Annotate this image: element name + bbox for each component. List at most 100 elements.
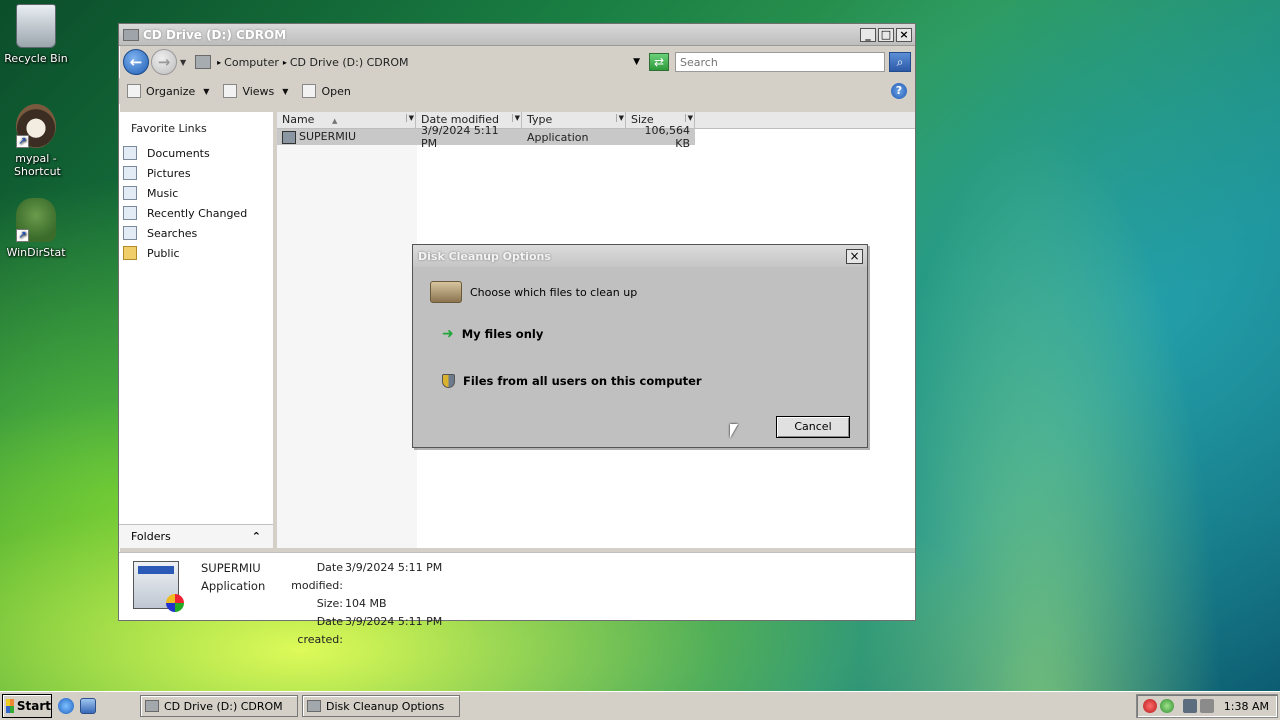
cancel-button[interactable]: Cancel bbox=[776, 416, 850, 438]
breadcrumb-cd-drive[interactable]: CD Drive (D:) CDROM bbox=[290, 56, 409, 69]
details-size-label: Size: bbox=[316, 597, 343, 610]
nav-link-documents[interactable]: Documents bbox=[119, 143, 273, 163]
start-button[interactable]: Start bbox=[2, 694, 52, 718]
nav-link-searches[interactable]: Searches bbox=[119, 223, 273, 243]
nav-link-music[interactable]: Music bbox=[119, 183, 273, 203]
dialog-titlebar[interactable]: Disk Cleanup Options × bbox=[413, 245, 867, 267]
option-my-files-only[interactable]: ➜ My files only bbox=[442, 326, 543, 342]
chevron-right-icon[interactable]: ▸ bbox=[283, 58, 287, 67]
search-button[interactable]: ⌕ bbox=[889, 52, 911, 72]
application-icon bbox=[282, 130, 296, 144]
volume-icon[interactable] bbox=[1200, 699, 1214, 713]
file-name-cell: SUPERMIU bbox=[277, 130, 416, 144]
desktop-icon-mypal[interactable]: ↗ mypal - Shortcut bbox=[0, 104, 72, 178]
start-label: Start bbox=[16, 699, 51, 713]
chevron-right-icon[interactable]: ▸ bbox=[217, 58, 221, 67]
disk-cleanup-icon bbox=[430, 281, 462, 303]
system-tray: 1:38 AM bbox=[1136, 694, 1278, 718]
details-pane: SUPERMIU Application Date modified: 3/9/… bbox=[119, 552, 915, 646]
maximize-button[interactable]: □ bbox=[878, 27, 894, 42]
details-created-label: Date created: bbox=[297, 615, 343, 646]
refresh-button[interactable]: ⇄ bbox=[649, 53, 669, 71]
close-button[interactable]: × bbox=[896, 27, 912, 42]
open-button[interactable]: Open bbox=[302, 84, 351, 98]
column-header-name[interactable]: Name ▲ ▼ bbox=[277, 112, 416, 128]
nav-link-pictures[interactable]: Pictures bbox=[119, 163, 273, 183]
searches-icon bbox=[123, 226, 137, 240]
address-bar-row: ← → ▼ ▸ Computer ▸ CD Drive (D:) CDROM ▼… bbox=[119, 46, 915, 78]
views-button[interactable]: Views ▼ bbox=[223, 84, 288, 98]
organize-button[interactable]: Organize ▼ bbox=[127, 84, 209, 98]
address-box[interactable]: ▸ Computer ▸ CD Drive (D:) CDROM ▼ bbox=[190, 51, 649, 73]
sorted-column-band bbox=[277, 129, 417, 548]
address-dropdown-icon[interactable]: ▼ bbox=[633, 57, 640, 67]
dialog-header: Choose which files to clean up bbox=[413, 267, 867, 303]
desktop-icon-label: mypal - Shortcut bbox=[14, 152, 61, 178]
raccoon-icon: ↗ bbox=[16, 104, 56, 148]
chevron-down-icon[interactable]: ▼ bbox=[405, 114, 414, 122]
desktop-icon-label: WinDirStat bbox=[6, 246, 66, 259]
file-row[interactable]: SUPERMIU 3/9/2024 5:11 PM Application 10… bbox=[277, 124, 695, 150]
network-icon[interactable] bbox=[1183, 699, 1197, 713]
taskbar-button-explorer[interactable]: CD Drive (D:) CDROM bbox=[140, 695, 298, 717]
organize-icon bbox=[127, 84, 141, 98]
column-headers: Name ▲ ▼ Date modified ▼ Type ▼ Size ▼ bbox=[277, 112, 915, 129]
desktop-icon-windirstat[interactable]: ↗ WinDirStat bbox=[0, 198, 72, 259]
folders-label: Folders bbox=[131, 530, 171, 543]
dialog-close-button[interactable]: × bbox=[846, 248, 863, 264]
window-title: CD Drive (D:) CDROM bbox=[143, 27, 287, 42]
details-modified-value: 3/9/2024 5:11 PM bbox=[345, 561, 443, 574]
breadcrumb-computer[interactable]: Computer bbox=[224, 56, 279, 69]
shortcut-arrow-icon: ↗ bbox=[16, 229, 29, 242]
views-label: Views bbox=[242, 84, 275, 98]
details-modified-label: Date modified: bbox=[291, 561, 343, 592]
internet-explorer-icon[interactable] bbox=[58, 698, 74, 714]
mouse-cursor-icon bbox=[730, 424, 738, 438]
nav-link-recently-changed[interactable]: Recently Changed bbox=[119, 203, 273, 223]
forward-button[interactable]: → bbox=[151, 49, 177, 75]
views-icon bbox=[223, 84, 238, 98]
folders-toggle[interactable]: Folders ⌃ bbox=[119, 524, 273, 548]
option-all-users[interactable]: Files from all users on this computer bbox=[442, 374, 702, 388]
nav-link-label: Public bbox=[147, 246, 180, 260]
file-name: SUPERMIU bbox=[299, 130, 357, 144]
desktop-icon-label: Recycle Bin bbox=[4, 52, 68, 65]
file-size-cell: 106,564 KB bbox=[644, 124, 691, 150]
folder-icon bbox=[123, 246, 137, 260]
chevron-down-icon[interactable]: ▼ bbox=[684, 114, 693, 122]
search-input[interactable] bbox=[675, 52, 885, 72]
nav-link-public[interactable]: Public bbox=[119, 243, 273, 263]
clock[interactable]: 1:38 AM bbox=[1224, 700, 1269, 713]
help-icon[interactable]: ? bbox=[891, 83, 907, 99]
taskbar: Start CD Drive (D:) CDROM Disk Cleanup O… bbox=[0, 691, 1280, 720]
nav-link-label: Music bbox=[147, 186, 179, 200]
option-label: My files only bbox=[461, 327, 544, 341]
chevron-down-icon[interactable]: ▼ bbox=[615, 114, 624, 122]
back-button[interactable]: ← bbox=[123, 49, 149, 75]
minimize-button[interactable]: _ bbox=[860, 27, 876, 42]
shield-ok-icon[interactable] bbox=[1160, 699, 1174, 713]
tree-icon: ↗ bbox=[16, 198, 56, 242]
desktop-icon-recycle-bin[interactable]: Recycle Bin bbox=[0, 4, 72, 65]
recently-changed-icon bbox=[123, 206, 137, 220]
details-summary: SUPERMIU Application bbox=[201, 559, 273, 595]
security-alert-icon[interactable] bbox=[1143, 699, 1157, 713]
recent-pages-chevron-icon[interactable]: ▼ bbox=[180, 58, 186, 67]
documents-icon bbox=[123, 146, 137, 160]
shortcut-arrow-icon: ↗ bbox=[16, 135, 29, 148]
details-file-name: SUPERMIU bbox=[201, 561, 261, 575]
cd-drive-icon bbox=[145, 700, 159, 712]
chevron-down-icon[interactable]: ▼ bbox=[511, 114, 520, 122]
column-header-label: Type bbox=[527, 113, 553, 126]
command-toolbar: Organize ▼ Views ▼ Open ? bbox=[119, 78, 915, 104]
disk-cleanup-icon bbox=[307, 700, 321, 712]
application-large-icon bbox=[133, 561, 184, 612]
chevron-down-icon: ▼ bbox=[282, 86, 289, 96]
windows-logo-icon bbox=[6, 699, 14, 713]
file-date-cell: 3/9/2024 5:11 PM bbox=[421, 124, 499, 150]
show-desktop-icon[interactable] bbox=[80, 698, 96, 714]
explorer-titlebar[interactable]: CD Drive (D:) CDROM _ □ × bbox=[119, 24, 915, 46]
taskbar-button-disk-cleanup[interactable]: Disk Cleanup Options bbox=[302, 695, 460, 717]
column-header-type[interactable]: Type ▼ bbox=[522, 112, 626, 128]
disk-cleanup-dialog: Disk Cleanup Options × Choose which file… bbox=[412, 244, 868, 448]
